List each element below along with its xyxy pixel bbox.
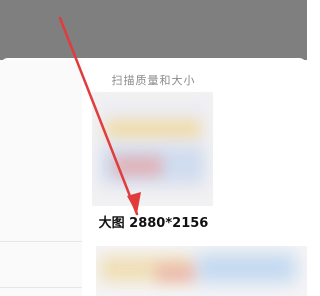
thumbnail-blur — [114, 156, 162, 176]
divider — [0, 241, 82, 242]
quality-option-large-label[interactable]: 大图 2880*2156 — [0, 212, 307, 231]
thumbnail-blur — [196, 254, 296, 282]
thumbnail-blur — [156, 264, 196, 282]
background-side-panel — [0, 60, 82, 296]
quality-option-next-thumbnail[interactable] — [96, 246, 307, 296]
quality-option-large-thumbnail[interactable] — [92, 92, 213, 206]
sheet-title: 扫描质量和大小 — [111, 74, 196, 87]
thumbnail-blur — [106, 120, 201, 138]
divider — [0, 287, 82, 288]
modal-overlay[interactable] — [0, 0, 307, 60]
